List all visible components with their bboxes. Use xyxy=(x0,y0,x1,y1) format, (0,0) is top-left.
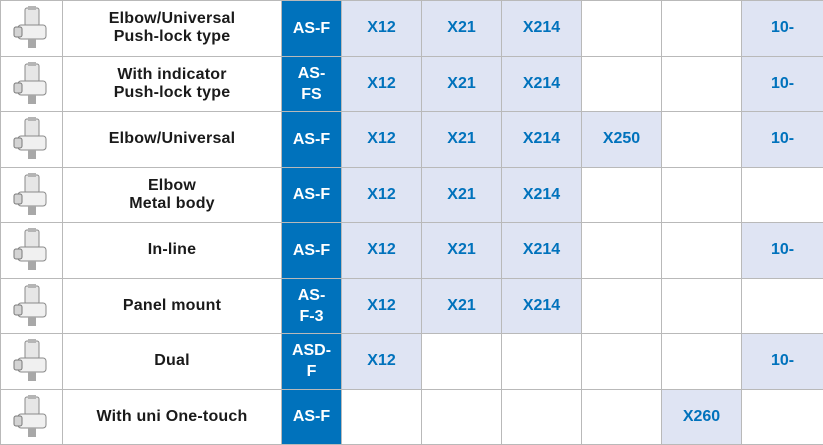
option-cell-x12: X12 xyxy=(341,111,422,168)
option-cell-x21: X21 xyxy=(421,111,502,168)
option-cell-10: 10- xyxy=(741,55,823,112)
option-cell-x250 xyxy=(581,333,662,390)
elbow-universal-pushlock-fitting-icon xyxy=(13,6,46,49)
option-cell-x260 xyxy=(661,111,742,168)
option-cell-x21: X21 xyxy=(421,166,502,223)
option-cell-x12: X12 xyxy=(341,166,422,223)
model-number: AS-F xyxy=(281,222,342,279)
elbow-metal-body-fitting-icon xyxy=(13,172,46,215)
option-cell-x260 xyxy=(661,55,742,112)
option-cell-10: 10- xyxy=(741,111,823,168)
panel-mount-fitting-icon xyxy=(13,283,46,326)
option-cell-x250 xyxy=(581,277,662,334)
option-cell-x214: X214 xyxy=(501,277,582,334)
option-cell-x260 xyxy=(661,0,742,57)
product-image-cell xyxy=(0,0,63,57)
model-number: AS-F xyxy=(281,0,342,57)
product-options-table: Elbow/Universal Push-lock type AS-F X12 … xyxy=(0,0,823,445)
option-cell-x12 xyxy=(341,388,422,445)
product-image-cell xyxy=(0,333,63,390)
option-cell-x12: X12 xyxy=(341,222,422,279)
option-cell-x214: X214 xyxy=(501,111,582,168)
inline-fitting-icon xyxy=(13,228,46,271)
option-cell-x250 xyxy=(581,166,662,223)
table-row: With indicator Push-lock type AS- FS X12… xyxy=(0,55,823,112)
option-cell-x21: X21 xyxy=(421,277,502,334)
table-row: Panel mount AS- F-3 X12 X21 X214 xyxy=(0,277,823,334)
elbow-universal-fitting-icon xyxy=(13,117,46,160)
product-image-cell xyxy=(0,222,63,279)
option-cell-x21 xyxy=(421,333,502,390)
uni-one-touch-fitting-icon xyxy=(13,394,46,437)
option-cell-10: 10- xyxy=(741,222,823,279)
option-cell-x250 xyxy=(581,388,662,445)
option-cell-x250: X250 xyxy=(581,111,662,168)
model-number: AS-F xyxy=(281,388,342,445)
option-cell-x250 xyxy=(581,222,662,279)
table-row: Elbow/Universal AS-F X12 X21 X214 X250 1… xyxy=(0,111,823,168)
product-image-cell xyxy=(0,166,63,223)
product-image-cell xyxy=(0,277,63,334)
product-description: With uni One-touch xyxy=(62,388,282,445)
option-cell-x21: X21 xyxy=(421,55,502,112)
product-description: Panel mount xyxy=(62,277,282,334)
option-cell-x260 xyxy=(661,277,742,334)
option-cell-x21 xyxy=(421,388,502,445)
option-cell-x214 xyxy=(501,333,582,390)
table-row: In-line AS-F X12 X21 X214 10- xyxy=(0,222,823,279)
product-image-cell xyxy=(0,111,63,168)
option-cell-x12: X12 xyxy=(341,55,422,112)
option-cell-x260 xyxy=(661,222,742,279)
option-cell-x12: X12 xyxy=(341,333,422,390)
indicator-pushlock-fitting-icon xyxy=(13,61,46,104)
option-cell-10 xyxy=(741,277,823,334)
option-cell-x250 xyxy=(581,0,662,57)
option-cell-x214: X214 xyxy=(501,222,582,279)
option-cell-x12: X12 xyxy=(341,0,422,57)
option-cell-x214: X214 xyxy=(501,166,582,223)
table-row: Elbow Metal body AS-F X12 X21 X214 xyxy=(0,166,823,223)
option-cell-10 xyxy=(741,166,823,223)
product-description: Dual xyxy=(62,333,282,390)
table-row: With uni One-touch AS-F X260 xyxy=(0,388,823,445)
table-body: Elbow/Universal Push-lock type AS-F X12 … xyxy=(0,0,823,445)
option-cell-x214: X214 xyxy=(501,0,582,57)
option-cell-x260 xyxy=(661,166,742,223)
product-image-cell xyxy=(0,388,63,445)
product-description: Elbow/Universal xyxy=(62,111,282,168)
product-description: With indicator Push-lock type xyxy=(62,55,282,112)
model-number: ASD- F xyxy=(281,333,342,390)
model-number: AS- FS xyxy=(281,55,342,112)
product-description: Elbow/Universal Push-lock type xyxy=(62,0,282,57)
table-row: Elbow/Universal Push-lock type AS-F X12 … xyxy=(0,0,823,57)
model-number: AS-F xyxy=(281,111,342,168)
product-description: In-line xyxy=(62,222,282,279)
product-image-cell xyxy=(0,55,63,112)
option-cell-10 xyxy=(741,388,823,445)
option-cell-x260: X260 xyxy=(661,388,742,445)
model-number: AS-F xyxy=(281,166,342,223)
option-cell-x260 xyxy=(661,333,742,390)
product-description: Elbow Metal body xyxy=(62,166,282,223)
option-cell-x12: X12 xyxy=(341,277,422,334)
dual-fitting-icon xyxy=(13,339,46,382)
model-number: AS- F-3 xyxy=(281,277,342,334)
option-cell-x250 xyxy=(581,55,662,112)
option-cell-x21: X21 xyxy=(421,0,502,57)
option-cell-x214: X214 xyxy=(501,55,582,112)
option-cell-x214 xyxy=(501,388,582,445)
option-cell-x21: X21 xyxy=(421,222,502,279)
option-cell-10: 10- xyxy=(741,0,823,57)
table-row: Dual ASD- F X12 10- xyxy=(0,333,823,390)
option-cell-10: 10- xyxy=(741,333,823,390)
